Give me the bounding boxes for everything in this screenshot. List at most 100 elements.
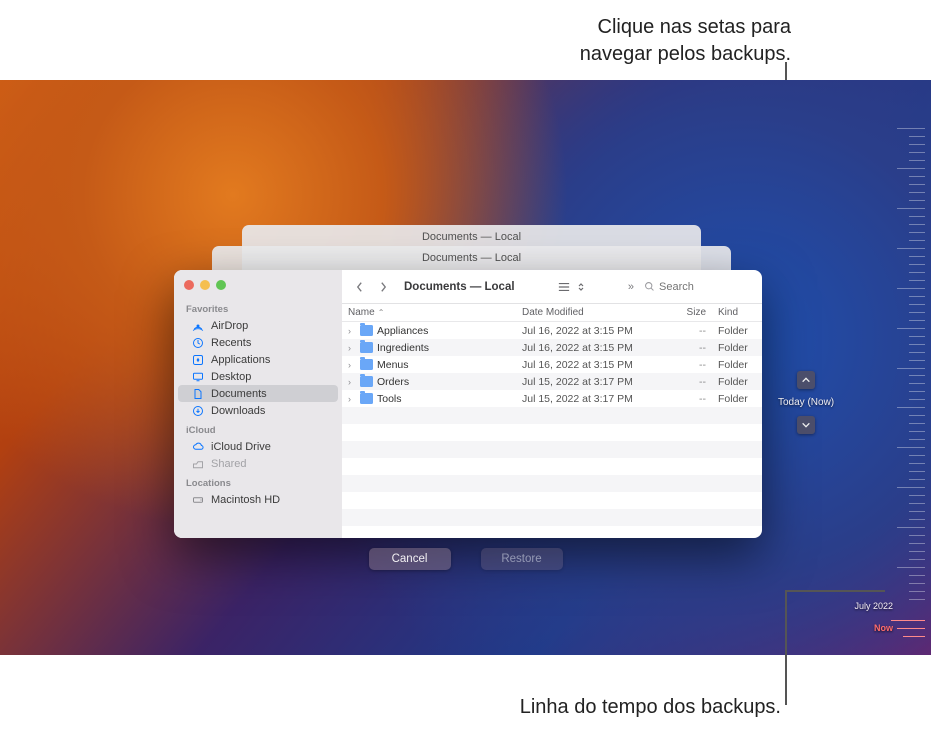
sidebar-item-downloads[interactable]: Downloads [178,402,338,419]
timeline-tick[interactable] [909,136,925,137]
timeline-tick[interactable] [897,407,925,408]
table-row[interactable]: ›OrdersJul 15, 2022 at 3:17 PM--Folder [342,373,762,390]
column-kind[interactable]: Kind [712,307,762,318]
timeline-tick[interactable] [909,176,925,177]
timeline-tick[interactable] [897,328,925,329]
timeline-tick[interactable] [909,415,925,416]
minimize-button[interactable] [200,280,210,290]
timeline-tick[interactable] [909,256,925,257]
timeline-tick[interactable] [909,272,925,273]
backup-timeline[interactable]: July 2022 Now [875,128,925,647]
timeline-tick[interactable] [909,599,925,600]
column-date[interactable]: Date Modified [516,307,666,318]
sidebar-item-macintosh-hd[interactable]: Macintosh HD [178,491,338,508]
table-row[interactable]: ›MenusJul 16, 2022 at 3:15 PM--Folder [342,356,762,373]
column-name[interactable]: Name⌃ [342,307,516,318]
timeline-tick[interactable] [909,192,925,193]
timeline-tick[interactable] [909,344,925,345]
view-mode-list[interactable] [557,281,588,293]
sidebar-item-airdrop[interactable]: AirDrop [178,317,338,334]
timeline-tick[interactable] [909,439,925,440]
timeline-tick[interactable] [909,304,925,305]
timeline-tick[interactable] [909,320,925,321]
timeline-tick[interactable] [909,200,925,201]
sidebar-item-documents[interactable]: Documents [178,385,338,402]
disclosure-icon[interactable]: › [348,326,356,336]
timeline-tick[interactable] [909,463,925,464]
sidebar-item-shared[interactable]: Shared [178,455,338,472]
search-field[interactable] [644,281,754,293]
timeline-tick-recent[interactable] [903,636,925,637]
cancel-button[interactable]: Cancel [369,548,451,570]
timeline-tick[interactable] [909,152,925,153]
timeline-tick[interactable] [909,399,925,400]
timeline-tick[interactable] [909,591,925,592]
timeline-tick[interactable] [909,144,925,145]
toolbar-overflow[interactable]: » [624,281,638,293]
timeline-tick[interactable] [909,503,925,504]
timeline-tick[interactable] [897,288,925,289]
timeline-tick[interactable] [909,160,925,161]
disclosure-icon[interactable]: › [348,394,356,404]
timeline-tick[interactable] [909,280,925,281]
timeline-tick[interactable] [909,455,925,456]
timeline-tick[interactable] [909,360,925,361]
timeline-tick[interactable] [897,208,925,209]
timeline-tick[interactable] [909,423,925,424]
timeline-tick[interactable] [909,264,925,265]
file-list[interactable]: ›AppliancesJul 16, 2022 at 3:15 PM--Fold… [342,322,762,538]
timeline-tick[interactable] [897,487,925,488]
sidebar-item-applications[interactable]: Applications [178,351,338,368]
nav-older-button[interactable] [797,371,815,389]
timeline-tick[interactable] [897,168,925,169]
timeline-tick-recent[interactable] [891,620,925,621]
timeline-tick[interactable] [909,336,925,337]
timeline-tick[interactable] [909,312,925,313]
timeline-tick[interactable] [909,383,925,384]
timeline-tick[interactable] [909,559,925,560]
close-button[interactable] [184,280,194,290]
timeline-tick[interactable] [897,248,925,249]
timeline-tick[interactable] [909,471,925,472]
timeline-tick[interactable] [909,535,925,536]
timeline-tick[interactable] [909,543,925,544]
zoom-button[interactable] [216,280,226,290]
timeline-tick[interactable] [897,447,925,448]
sidebar-item-recents[interactable]: Recents [178,334,338,351]
table-row[interactable]: ›IngredientsJul 16, 2022 at 3:15 PM--Fol… [342,339,762,356]
timeline-tick[interactable] [909,224,925,225]
timeline-tick[interactable] [897,567,925,568]
column-size[interactable]: Size [666,307,712,318]
timeline-tick[interactable] [909,375,925,376]
timeline-tick[interactable] [897,128,925,129]
timeline-tick[interactable] [909,551,925,552]
timeline-tick[interactable] [909,391,925,392]
nav-newer-button[interactable] [797,416,815,434]
disclosure-icon[interactable]: › [348,360,356,370]
timeline-tick[interactable] [909,575,925,576]
disclosure-icon[interactable]: › [348,343,356,353]
timeline-tick[interactable] [909,519,925,520]
timeline-tick[interactable] [909,232,925,233]
timeline-tick[interactable] [909,240,925,241]
timeline-tick[interactable] [909,431,925,432]
table-row[interactable]: ›ToolsJul 15, 2022 at 3:17 PM--Folder [342,390,762,407]
table-row[interactable]: ›AppliancesJul 16, 2022 at 3:15 PM--Fold… [342,322,762,339]
timeline-tick[interactable] [897,368,925,369]
timeline-tick[interactable] [909,296,925,297]
forward-button[interactable] [374,278,392,296]
timeline-tick[interactable] [909,495,925,496]
timeline-tick[interactable] [909,352,925,353]
timeline-tick[interactable] [897,527,925,528]
timeline-tick[interactable] [909,184,925,185]
sidebar-item-desktop[interactable]: Desktop [178,368,338,385]
disclosure-icon[interactable]: › [348,377,356,387]
timeline-tick[interactable] [909,216,925,217]
restore-button[interactable]: Restore [481,548,563,570]
back-button[interactable] [350,278,368,296]
sidebar-item-icloud-drive[interactable]: iCloud Drive [178,438,338,455]
search-input[interactable] [659,281,739,293]
timeline-tick[interactable] [909,479,925,480]
timeline-tick-recent[interactable] [897,628,925,629]
timeline-tick[interactable] [909,583,925,584]
